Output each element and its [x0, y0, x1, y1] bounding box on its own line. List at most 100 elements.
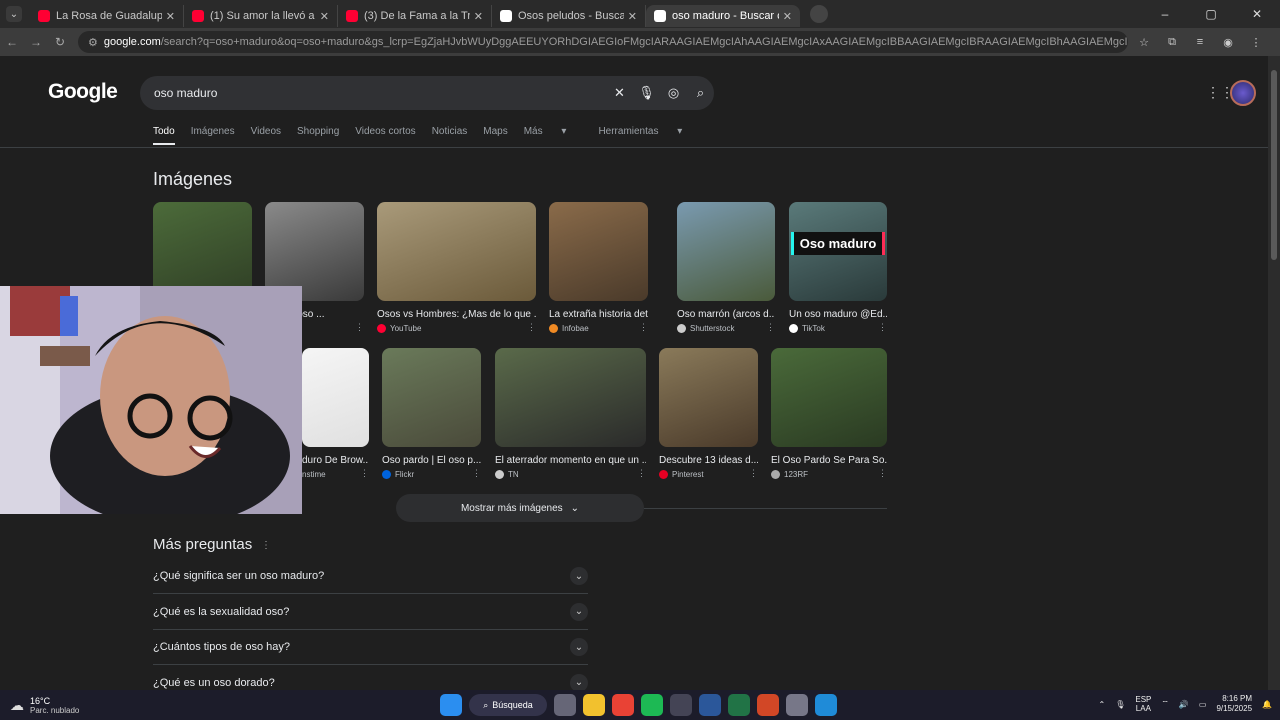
image-thumbnail[interactable] [771, 348, 887, 447]
image-source[interactable]: Shutterstock [677, 324, 775, 333]
reload-icon[interactable]: ↻ [48, 35, 72, 49]
weather-widget[interactable]: ☁ 16°C Parc. nublado [10, 696, 79, 715]
word-icon[interactable] [699, 694, 721, 716]
site-info-icon[interactable]: ⚙ [88, 36, 98, 49]
profile-icon[interactable]: ◉ [1214, 36, 1242, 49]
image-source[interactable]: 123RF [771, 470, 887, 479]
extensions-icon[interactable]: ⧉ [1158, 36, 1186, 49]
image-caption[interactable]: Oso pardo | El oso p... [382, 455, 481, 466]
image-caption[interactable]: Un oso maduro @Ed... [789, 309, 887, 320]
paa-question[interactable]: ¿Qué significa ser un oso maduro? ⌄ [153, 559, 588, 594]
image-result[interactable]: El aterrador momento en que un ... TN ⋮ [495, 348, 646, 479]
image-source[interactable]: YouTube [377, 324, 536, 333]
more-options-icon[interactable]: ⋮ [261, 540, 271, 551]
more-options-icon[interactable]: ⋮ [355, 322, 364, 333]
search-icon[interactable]: ⌕ [687, 85, 714, 101]
browser-tab[interactable]: Osos peludos - Buscar con Goo... ✕ [492, 5, 646, 27]
browser-tab[interactable]: La Rosa de Guadalupe | PARA ✕ [30, 5, 184, 27]
excel-icon[interactable] [728, 694, 750, 716]
edge-icon[interactable] [815, 694, 837, 716]
image-thumbnail[interactable] [302, 348, 369, 447]
image-thumbnail[interactable] [549, 202, 648, 301]
more-options-icon[interactable]: ⋮ [878, 322, 887, 333]
tab-search-icon[interactable]: ⌄ [6, 6, 22, 22]
more-options-icon[interactable]: ⋮ [527, 322, 536, 333]
close-tab-icon[interactable]: ✕ [783, 10, 792, 23]
more-options-icon[interactable]: ⋮ [878, 468, 887, 479]
spotify-icon[interactable] [641, 694, 663, 716]
chevron-down-icon[interactable]: ⌄ [570, 638, 588, 656]
image-caption[interactable]: El aterrador momento en que un ... [495, 455, 646, 466]
tab-videos[interactable]: Videos [251, 126, 281, 145]
browser-menu-icon[interactable]: ⋮ [1242, 36, 1270, 49]
clear-icon[interactable]: ✕ [606, 85, 633, 101]
image-result[interactable]: El Oso Pardo Se Para So... 123RF ⋮ [771, 348, 887, 479]
close-tab-icon[interactable]: ✕ [166, 10, 175, 23]
new-tab-button[interactable] [810, 5, 828, 23]
chevron-down-icon[interactable]: ⌄ [570, 602, 588, 621]
powerpoint-icon[interactable] [757, 694, 779, 716]
battery-icon[interactable]: ▭ [1199, 700, 1207, 709]
image-thumbnail[interactable] [495, 348, 646, 447]
back-icon[interactable]: ← [0, 35, 24, 49]
image-thumbnail[interactable] [382, 348, 481, 447]
bookmark-star-icon[interactable]: ☆ [1130, 36, 1158, 49]
image-thumbnail[interactable]: Oso maduro [789, 202, 887, 301]
minimize-icon[interactable]: – [1142, 0, 1188, 28]
image-result[interactable]: Descubre 13 ideas d... Pinterest ⋮ [659, 348, 758, 479]
notification-bell-icon[interactable]: 🔔 [1262, 700, 1272, 709]
scrollbar-thumb[interactable] [1271, 70, 1277, 260]
language-indicator[interactable]: ESP LAA [1135, 695, 1151, 713]
search-input[interactable]: oso maduro [154, 86, 606, 100]
more-options-icon[interactable]: ⋮ [472, 468, 481, 479]
tab-herramientas[interactable]: Herramientas ▾ [598, 126, 698, 145]
calculator-icon[interactable] [786, 694, 808, 716]
image-result[interactable]: Osos vs Hombres: ¿Mas de lo que ... YouTu… [377, 202, 536, 333]
reading-list-icon[interactable]: ≡ [1186, 36, 1214, 49]
account-avatar[interactable] [1230, 80, 1256, 106]
taskbar-search-button[interactable]: ⌕ Búsqueda [469, 694, 547, 716]
image-source[interactable]: Flickr [382, 470, 481, 479]
voice-search-icon[interactable]: 🎙 [633, 85, 660, 101]
image-result[interactable]: Oso pardo | El oso p... Flickr ⋮ [382, 348, 481, 479]
volume-icon[interactable]: 🔊 [1179, 700, 1189, 709]
obs-icon[interactable] [670, 694, 692, 716]
chrome-icon[interactable] [612, 694, 634, 716]
image-source[interactable]: TN [495, 470, 646, 479]
search-box[interactable]: oso maduro ✕ 🎙 ◎ ⌕ [140, 76, 714, 110]
image-source[interactable]: TikTok [789, 324, 887, 333]
tab-todo[interactable]: Todo [153, 126, 175, 145]
more-options-icon[interactable]: ⋮ [639, 322, 648, 333]
paa-question[interactable]: ¿Qué es la sexualidad oso? ⌄ [153, 595, 588, 630]
tab-mas[interactable]: Más ▾ [524, 126, 583, 145]
image-caption[interactable]: El Oso Pardo Se Para So... [771, 455, 887, 466]
wifi-icon[interactable]: ⌔ [1161, 699, 1169, 709]
image-caption[interactable]: Oso marrón (arcos d... [677, 309, 775, 320]
more-options-icon[interactable]: ⋮ [749, 468, 758, 479]
image-result[interactable]: Oso marrón (arcos d... Shutterstock ⋮ [677, 202, 775, 333]
browser-tab[interactable]: (3) De la Fama a la Tragedia | C ✕ [338, 5, 492, 27]
clock[interactable]: 8:16 PM 9/15/2025 [1216, 694, 1252, 714]
browser-tab[interactable]: (1) Su amor la llevó a ser crimi... ✕ [184, 5, 338, 27]
close-tab-icon[interactable]: ✕ [474, 10, 483, 23]
image-caption[interactable]: duro De Brow... [302, 455, 369, 466]
image-caption[interactable]: Osos vs Hombres: ¿Mas de lo que ... [377, 309, 536, 320]
image-source[interactable]: Pinterest [659, 470, 758, 479]
chevron-down-icon[interactable]: ⌄ [570, 673, 588, 692]
image-result[interactable]: duro De Brow... nstime ⋮ [302, 348, 369, 479]
microphone-icon[interactable]: 🎙 [1115, 700, 1125, 709]
close-window-icon[interactable]: ✕ [1234, 0, 1280, 28]
maximize-icon[interactable]: ▢ [1188, 0, 1234, 28]
show-more-images-button[interactable]: Mostrar más imágenes ⌄ [396, 494, 644, 522]
task-view-icon[interactable] [554, 694, 576, 716]
image-caption[interactable]: La extraña historia detrá... [549, 309, 648, 320]
image-caption[interactable]: Descubre 13 ideas d... [659, 455, 758, 466]
browser-tab[interactable]: oso maduro - Buscar con Goog ✕ [646, 5, 800, 27]
forward-icon[interactable]: → [24, 35, 48, 49]
scrollbar[interactable] [1268, 56, 1280, 690]
file-explorer-icon[interactable] [583, 694, 605, 716]
image-source[interactable]: Infobae [549, 324, 648, 333]
close-tab-icon[interactable]: ✕ [320, 10, 329, 23]
lens-icon[interactable]: ◎ [660, 85, 687, 101]
image-result[interactable]: Oso maduro Un oso maduro @Ed... TikTok ⋮ [789, 202, 887, 333]
